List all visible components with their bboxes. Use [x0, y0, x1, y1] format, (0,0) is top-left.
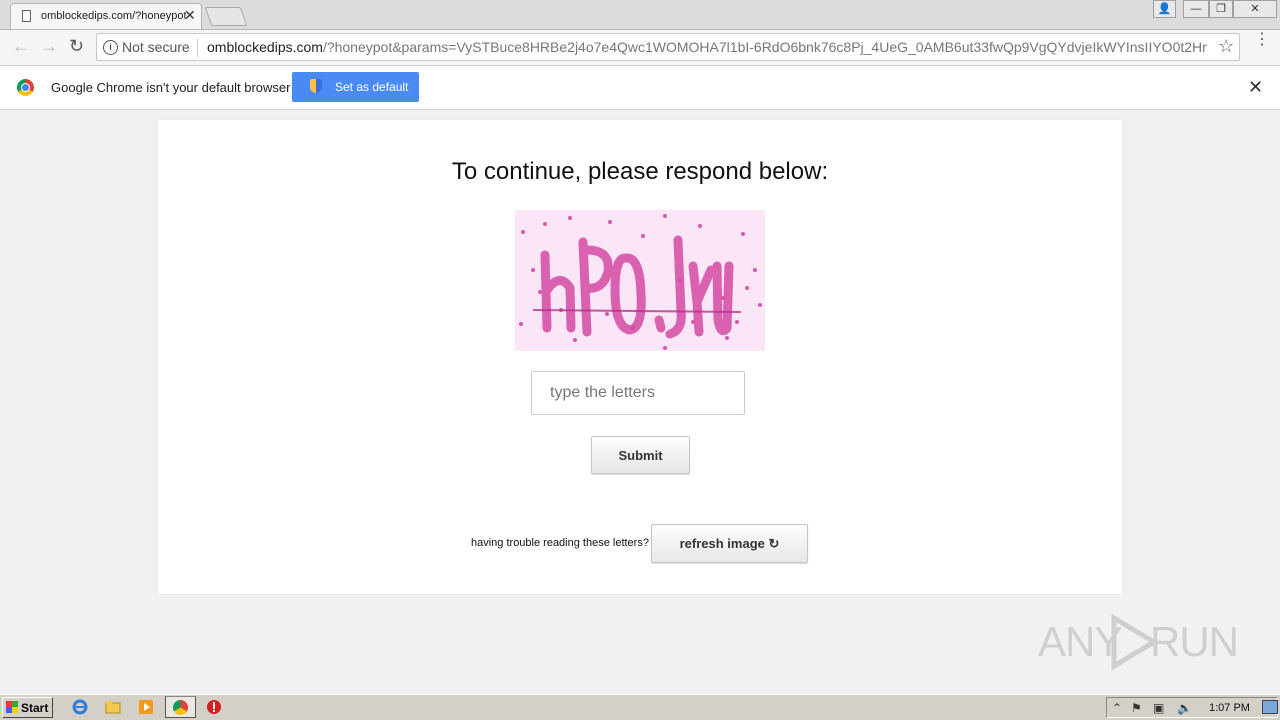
system-tray: ⌃ ⚑ ▣ 🔈 1:07 PM: [1106, 697, 1278, 718]
chrome-taskbar-icon: [173, 700, 188, 715]
set-as-default-button[interactable]: Set as default: [292, 72, 419, 102]
shield-icon: [310, 79, 322, 93]
captcha-card: To continue, please respond below: type …: [158, 120, 1122, 594]
star-icon[interactable]: ☆: [1218, 36, 1234, 57]
url-path: /?honeypot&params=VySTBuce8HRBe2j4o7e4Qw…: [322, 39, 1207, 55]
chrome-icon: [17, 79, 34, 96]
infobar-message: Google Chrome isn't your default browser: [51, 80, 291, 95]
ie-icon[interactable]: [72, 699, 88, 715]
page-heading: To continue, please respond below:: [451, 158, 829, 185]
windows-taskbar: Start ⌃ ⚑ ▣ 🔈 1:07 PM: [0, 694, 1280, 720]
minimize-button[interactable]: —: [1183, 0, 1209, 18]
omnibox-divider: [197, 39, 198, 57]
close-tab-icon[interactable]: ✕: [184, 7, 196, 24]
tray-expand-icon[interactable]: ⌃: [1112, 701, 1122, 715]
show-desktop-icon[interactable]: [1262, 700, 1278, 714]
info-icon[interactable]: i: [103, 40, 118, 55]
tab-title: omblockedips.com/?honeypot&params=: [41, 10, 186, 22]
forward-icon[interactable]: →: [40, 37, 58, 55]
windows-flag-icon: [6, 701, 18, 713]
captcha-answer-input[interactable]: [531, 371, 745, 415]
tab-strip: omblockedips.com/?honeypot&params= ✕ 👤 —…: [0, 0, 1280, 30]
close-window-button[interactable]: ✕: [1233, 0, 1277, 18]
infobar-close-icon[interactable]: ✕: [1248, 77, 1263, 98]
restore-button[interactable]: ❐: [1209, 0, 1233, 18]
flag-icon[interactable]: ⚑: [1131, 701, 1142, 715]
url-text[interactable]: omblockedips.com/?honeypot&params=VySTBu…: [207, 39, 1207, 55]
menu-icon[interactable]: ⋮: [1254, 32, 1270, 48]
browser-toolbar: ← → ↻ i Not secure omblockedips.com/?hon…: [0, 30, 1280, 66]
trouble-reading-text: having trouble reading these letters?: [471, 537, 649, 549]
network-icon[interactable]: ▣: [1153, 701, 1164, 715]
address-bar[interactable]: i Not secure omblockedips.com/?honeypot&…: [96, 33, 1240, 61]
folder-icon[interactable]: [105, 699, 121, 715]
media-icon[interactable]: [138, 699, 154, 715]
captcha-image: [515, 210, 765, 351]
submit-button[interactable]: Submit: [591, 436, 690, 474]
reload-icon[interactable]: ↻: [69, 37, 84, 55]
refresh-image-button[interactable]: refresh image ↻: [651, 524, 808, 563]
start-button[interactable]: Start: [2, 697, 53, 718]
clock[interactable]: 1:07 PM: [1209, 702, 1250, 714]
security-label[interactable]: Not secure: [122, 39, 190, 55]
document-icon: [22, 10, 31, 22]
anyrun-watermark: ANY RUN: [1038, 612, 1239, 670]
speaker-icon[interactable]: 🔈: [1177, 701, 1192, 715]
profile-icon[interactable]: 👤: [1153, 0, 1176, 18]
browser-tab[interactable]: omblockedips.com/?honeypot&params= ✕: [10, 3, 202, 29]
url-host: omblockedips.com: [207, 39, 323, 55]
start-label: Start: [21, 701, 49, 715]
back-icon[interactable]: ←: [12, 37, 30, 55]
chrome-taskbar-button[interactable]: [165, 696, 196, 718]
watermark-right-text: RUN: [1150, 618, 1239, 665]
new-tab-button[interactable]: [204, 7, 248, 26]
default-browser-infobar: Google Chrome isn't your default browser…: [0, 66, 1280, 110]
set-as-default-label: Set as default: [335, 80, 409, 94]
stop-icon[interactable]: [206, 699, 222, 715]
